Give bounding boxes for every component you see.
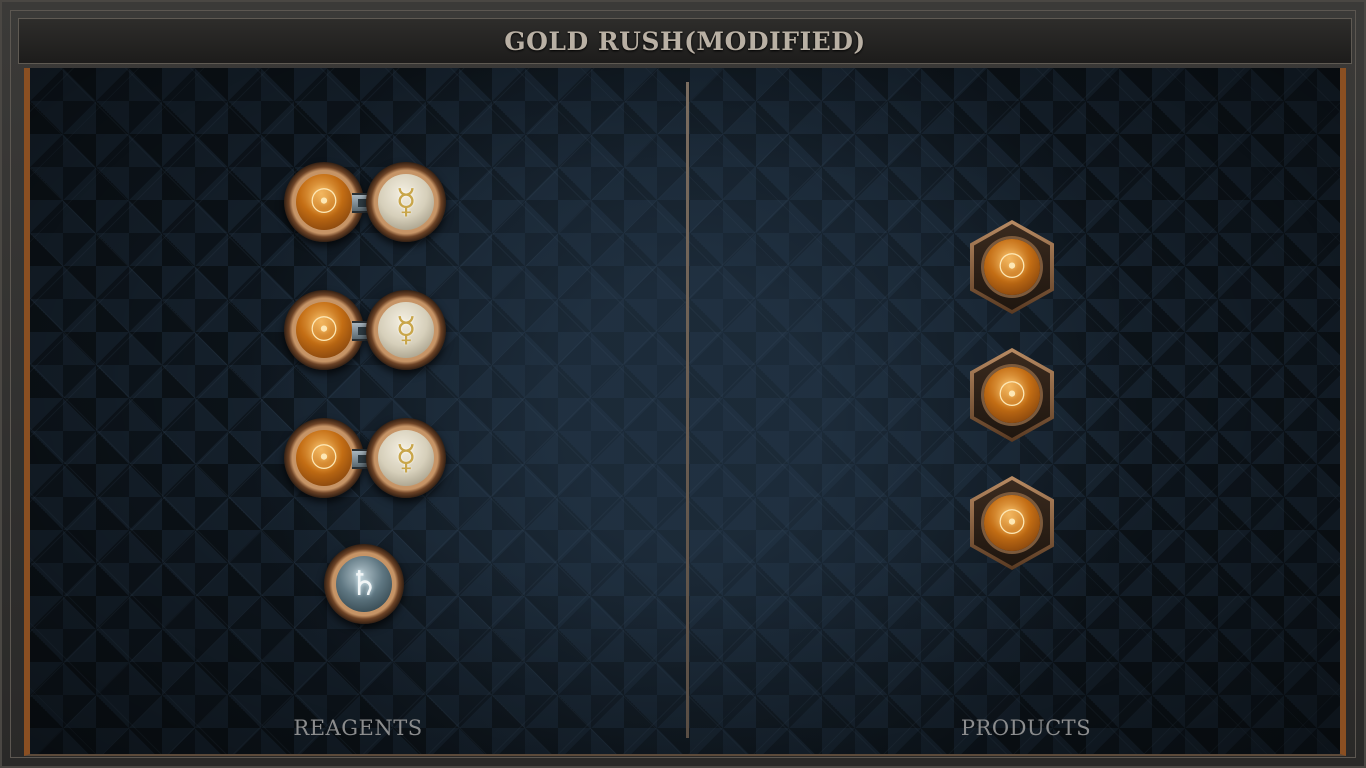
gold-symbol-icon: ☉ — [296, 174, 352, 230]
gold-symbol-icon: ☉ — [984, 367, 1040, 423]
reagent-pair-2[interactable]: ☉ ☿ — [284, 290, 448, 372]
lead-atom[interactable]: ♄ — [324, 544, 404, 624]
lead-symbol-icon: ♄ — [336, 556, 392, 612]
title-bar: GOLD RUSH(MODIFIED) — [18, 18, 1352, 64]
gold-symbol-icon: ☉ — [296, 302, 352, 358]
reagent-single[interactable]: ♄ — [324, 544, 404, 624]
products-label: PRODUCTS — [960, 716, 1092, 740]
column-divider — [686, 82, 689, 738]
mercury-symbol-icon: ☿ — [378, 302, 434, 358]
mercury-atom[interactable]: ☿ — [366, 162, 446, 242]
gold-symbol-icon: ☉ — [296, 430, 352, 486]
mercury-atom[interactable]: ☿ — [366, 418, 446, 498]
reaction-window: GOLD RUSH(MODIFIED) ☉ ☿ ☉ ☿ ☉ ☿ ♄ ☉ ☉ ☉ … — [0, 0, 1366, 768]
mercury-symbol-icon: ☿ — [378, 174, 434, 230]
reaction-board: ☉ ☿ ☉ ☿ ☉ ☿ ♄ ☉ ☉ ☉ REAGENTS PRODUCTS — [24, 68, 1346, 756]
gold-symbol-icon: ☉ — [984, 239, 1040, 295]
reagent-pair-3[interactable]: ☉ ☿ — [284, 418, 448, 500]
reagents-label: REAGENTS — [293, 716, 423, 740]
mercury-symbol-icon: ☿ — [378, 430, 434, 486]
mercury-atom[interactable]: ☿ — [366, 290, 446, 370]
reagent-pair-1[interactable]: ☉ ☿ — [284, 162, 448, 244]
reaction-title: GOLD RUSH(MODIFIED) — [504, 26, 866, 56]
gold-symbol-icon: ☉ — [984, 495, 1040, 551]
